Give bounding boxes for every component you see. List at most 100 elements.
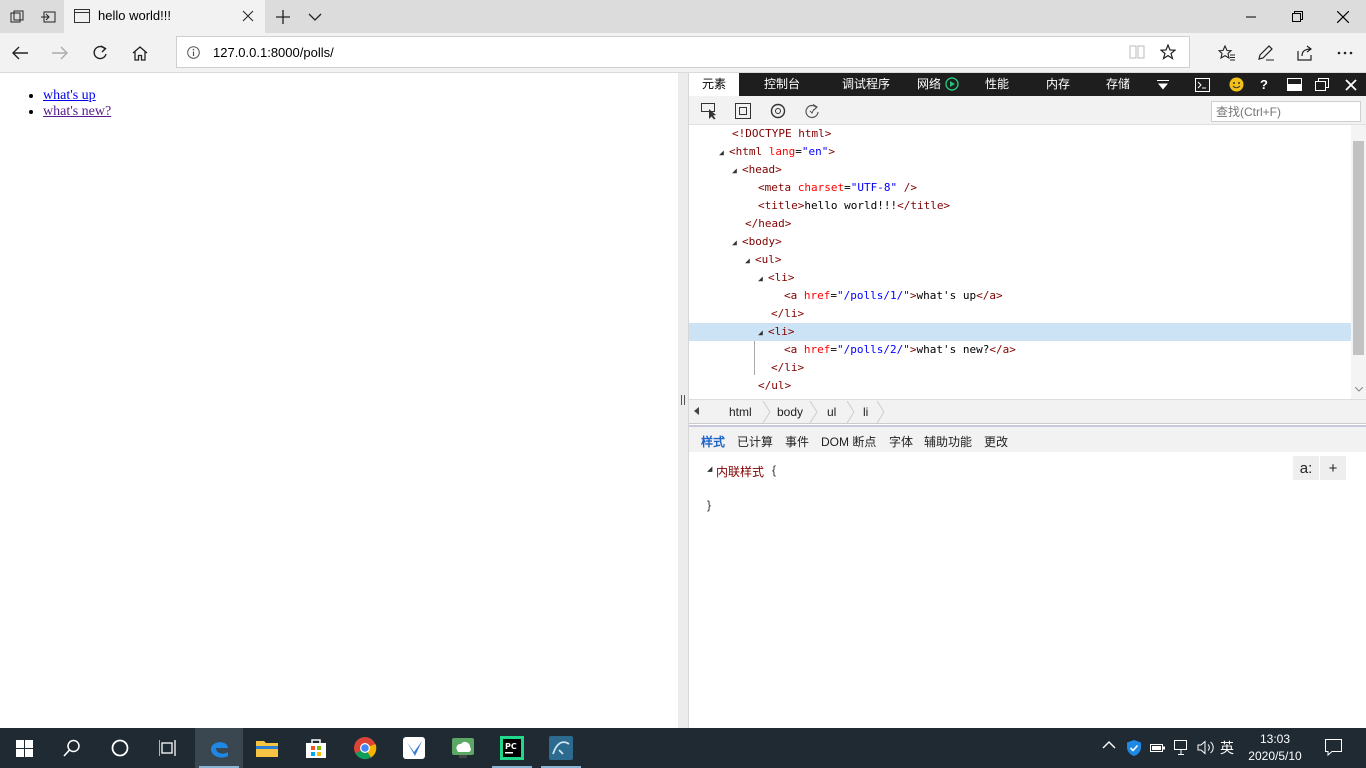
tab-actions-icon[interactable]	[0, 0, 33, 33]
minimize-button[interactable]	[1228, 0, 1274, 33]
tab-events[interactable]: 事件	[785, 433, 809, 450]
tab-changes[interactable]: 更改	[984, 433, 1008, 450]
search-icon[interactable]	[48, 728, 96, 768]
scroll-down-icon[interactable]	[1355, 387, 1363, 392]
back-button[interactable]	[0, 33, 40, 73]
breadcrumb-item[interactable]: html	[729, 405, 752, 419]
network-icon[interactable]	[1174, 740, 1190, 755]
help-icon[interactable]: ?	[1254, 75, 1274, 94]
input-method-indicator[interactable]: 英	[1220, 738, 1234, 758]
breadcrumb-left-icon[interactable]	[694, 407, 699, 415]
show-hidden-icons[interactable]	[1102, 740, 1116, 749]
clock[interactable]: 13:03 2020/5/10	[1245, 731, 1305, 765]
dom-node[interactable]: ◢ <li>	[689, 269, 1351, 287]
find-input[interactable]	[1211, 101, 1361, 122]
breadcrumb-item[interactable]: li	[863, 405, 868, 419]
volume-icon[interactable]	[1197, 740, 1215, 755]
dom-node[interactable]: <a href="/polls/1/">what's up</a>	[689, 287, 1351, 305]
devtools-splitter[interactable]	[678, 73, 689, 728]
splitter-grip[interactable]	[681, 395, 685, 405]
dom-node-selected[interactable]: ◢ <li>	[689, 323, 1351, 341]
battery-icon[interactable]	[1150, 742, 1166, 754]
close-window-button[interactable]	[1320, 0, 1366, 33]
tab-storage[interactable]: 存储	[1100, 73, 1136, 96]
tab-computed[interactable]: 已计算	[737, 433, 773, 450]
close-devtools-icon[interactable]	[1341, 75, 1361, 94]
mail-app-icon[interactable]	[390, 728, 438, 768]
dom-node[interactable]: ◢ <head>	[689, 161, 1351, 179]
dom-scrollbar[interactable]	[1351, 125, 1366, 399]
refresh-dom-icon[interactable]	[801, 100, 823, 122]
browser-tab[interactable]: hello world!!!	[64, 0, 265, 33]
chevron-down-icon[interactable]	[298, 0, 331, 33]
tab-performance[interactable]: 性能	[979, 73, 1015, 96]
box-model-icon[interactable]	[732, 100, 754, 122]
share-icon[interactable]	[1285, 33, 1325, 73]
expand-triangle-icon[interactable]: ◢	[758, 270, 768, 288]
dom-node[interactable]: </li>	[689, 305, 1351, 323]
add-notes-icon[interactable]	[1246, 33, 1286, 73]
undock-icon[interactable]	[1312, 75, 1332, 94]
favorite-star-icon[interactable]	[1160, 44, 1176, 60]
breadcrumb-item[interactable]: ul	[827, 405, 836, 419]
breadcrumb-item[interactable]: body	[777, 405, 803, 419]
security-shield-icon[interactable]	[1126, 739, 1142, 757]
home-button[interactable]	[120, 33, 160, 73]
forward-button[interactable]	[40, 33, 80, 73]
file-explorer-icon[interactable]	[243, 728, 291, 768]
dom-node[interactable]: </ul>	[689, 377, 1351, 395]
task-view-icon[interactable]	[144, 728, 192, 768]
dock-bottom-icon[interactable]	[1284, 75, 1304, 94]
chrome-icon[interactable]	[341, 728, 389, 768]
tab-styles[interactable]: 样式	[701, 433, 725, 450]
poll-link[interactable]: what's new?	[43, 104, 111, 119]
toggle-pseudo-button[interactable]: a:	[1293, 456, 1319, 480]
tab-network[interactable]: 网络	[911, 73, 947, 96]
close-tab-icon[interactable]	[242, 10, 254, 22]
feedback-smiley-icon[interactable]	[1226, 75, 1246, 94]
console-drawer-icon[interactable]	[1192, 75, 1212, 94]
mysql-workbench-icon[interactable]	[537, 728, 585, 768]
cortana-icon[interactable]	[96, 728, 144, 768]
add-rule-button[interactable]: +	[1320, 456, 1346, 480]
dom-node[interactable]: <a href="/polls/2/">what's new?</a>	[689, 341, 1351, 359]
tab-elements[interactable]: 元素	[689, 73, 739, 96]
scrollbar-thumb[interactable]	[1353, 141, 1364, 355]
more-tabs-icon[interactable]	[1153, 75, 1173, 94]
select-element-icon[interactable]	[699, 100, 721, 122]
set-aside-tabs-icon[interactable]	[31, 0, 64, 33]
dom-node[interactable]: ◢ <html lang="en">	[689, 143, 1351, 161]
dom-node[interactable]: <title>hello world!!!</title>	[689, 197, 1351, 215]
tab-memory[interactable]: 内存	[1040, 73, 1076, 96]
expand-triangle-icon[interactable]: ◢	[758, 324, 768, 342]
poll-link[interactable]: what's up	[43, 88, 96, 103]
collapse-triangle-icon[interactable]: ◢	[707, 465, 712, 473]
tab-console[interactable]: 控制台	[749, 73, 815, 96]
expand-triangle-icon[interactable]: ◢	[719, 144, 729, 162]
info-icon[interactable]	[187, 46, 200, 59]
edge-app-icon[interactable]	[195, 728, 243, 768]
tab-fonts[interactable]: 字体	[889, 433, 913, 450]
start-button[interactable]	[0, 728, 48, 768]
more-options-icon[interactable]	[1325, 33, 1365, 73]
restore-button[interactable]	[1274, 0, 1320, 33]
dom-node[interactable]: ◢ <body>	[689, 233, 1351, 251]
color-picker-icon[interactable]	[767, 100, 789, 122]
dom-node[interactable]: <meta charset="UTF-8" />	[689, 179, 1351, 197]
dom-node[interactable]: <!DOCTYPE html>	[689, 125, 1351, 143]
dom-node[interactable]: ◢ <ul>	[689, 251, 1351, 269]
address-bar[interactable]: 127.0.0.1:8000/polls/	[176, 36, 1190, 68]
refresh-button[interactable]	[80, 33, 120, 73]
dom-node[interactable]: </head>	[689, 215, 1351, 233]
store-icon[interactable]	[292, 728, 340, 768]
tab-debugger[interactable]: 调试程序	[833, 73, 899, 96]
action-center-icon[interactable]	[1325, 739, 1342, 756]
new-tab-icon[interactable]	[266, 0, 299, 33]
pycharm-icon[interactable]: PC	[488, 728, 536, 768]
expand-triangle-icon[interactable]: ◢	[732, 234, 742, 252]
reading-view-icon[interactable]	[1129, 45, 1145, 59]
tab-accessibility[interactable]: 辅助功能	[924, 433, 972, 450]
tab-dom-breakpoints[interactable]: DOM 断点	[821, 433, 876, 450]
favorites-hub-icon[interactable]	[1207, 33, 1247, 73]
expand-triangle-icon[interactable]: ◢	[745, 252, 755, 270]
